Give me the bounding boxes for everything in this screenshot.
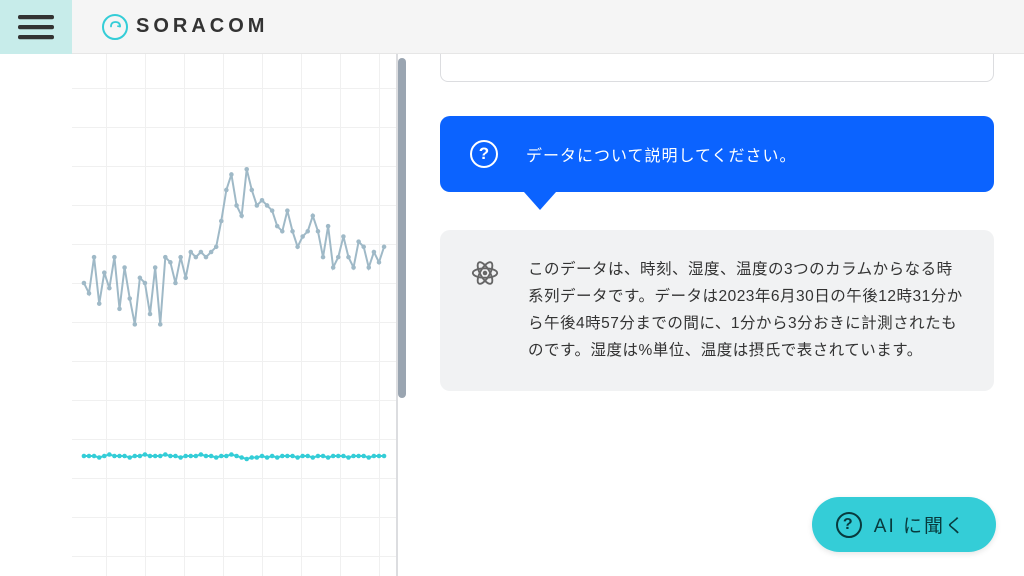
header: SORACOM [0, 0, 1024, 54]
ask-ai-button[interactable]: ? AI に聞く [812, 497, 996, 552]
question-icon: ? [836, 512, 862, 538]
timeseries-chart [72, 54, 396, 573]
ask-ai-label: AI に聞く [874, 511, 966, 538]
hamburger-icon [18, 13, 54, 41]
question-icon: ? [470, 140, 498, 168]
scrollbar-thumb[interactable] [398, 58, 406, 398]
chart-panel [72, 54, 398, 576]
brand-name: SORACOM [136, 15, 268, 38]
ai-message-text: このデータは、時刻、湿度、温度の3つのカラムからなる時系列データです。データは2… [528, 256, 964, 365]
user-message-bubble: ? データについて説明してください。 [440, 116, 994, 192]
panel-scrollbar[interactable] [398, 54, 406, 576]
ai-message-bubble: このデータは、時刻、湿度、温度の3つのカラムからなる時系列データです。データは2… [440, 230, 994, 391]
input-box-bottom-edge[interactable] [440, 54, 994, 82]
brand-logo-icon [102, 14, 128, 40]
ai-atom-icon [470, 258, 500, 288]
brand: SORACOM [102, 14, 268, 40]
user-message-text: データについて説明してください。 [526, 142, 797, 166]
menu-button[interactable] [0, 0, 72, 54]
